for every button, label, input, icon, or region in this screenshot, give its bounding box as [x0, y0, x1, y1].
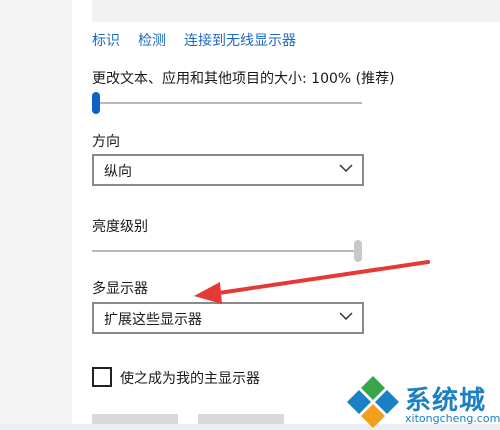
scale-slider-track [92, 102, 362, 104]
multi-display-label: 多显示器 [92, 281, 148, 297]
orientation-value: 纵向 [104, 164, 132, 180]
chevron-down-icon [338, 160, 354, 180]
brightness-slider-thumb[interactable] [354, 240, 362, 262]
watermark: 系统城 xitongcheng.com [345, 372, 500, 430]
scale-label: 更改文本、应用和其他项目的大小: 100% (推荐) [92, 71, 395, 87]
detect-link[interactable]: 检测 [138, 30, 166, 50]
orientation-dropdown[interactable]: 纵向 [92, 154, 364, 186]
scale-slider-thumb[interactable] [92, 92, 100, 114]
brightness-slider-track [92, 250, 362, 252]
chevron-down-icon [338, 308, 354, 328]
identify-link[interactable]: 标识 [92, 30, 120, 50]
watermark-domain: xitongcheng.com [405, 412, 500, 425]
display-links: 标识 检测 连接到无线显示器 [92, 30, 296, 50]
primary-display-checkbox[interactable] [92, 367, 112, 387]
multi-display-value: 扩展这些显示器 [104, 312, 202, 328]
multi-display-dropdown[interactable]: 扩展这些显示器 [92, 302, 364, 334]
left-navigation-edge [0, 0, 72, 430]
annotation-arrow [194, 260, 430, 304]
primary-display-label: 使之成为我的主显示器 [120, 371, 260, 387]
display-preview-area [92, 0, 500, 22]
brightness-label: 亮度级别 [92, 219, 148, 235]
watermark-logo-icon [347, 376, 399, 428]
connect-wireless-display-link[interactable]: 连接到无线显示器 [184, 30, 296, 50]
orientation-label: 方向 [92, 134, 120, 150]
